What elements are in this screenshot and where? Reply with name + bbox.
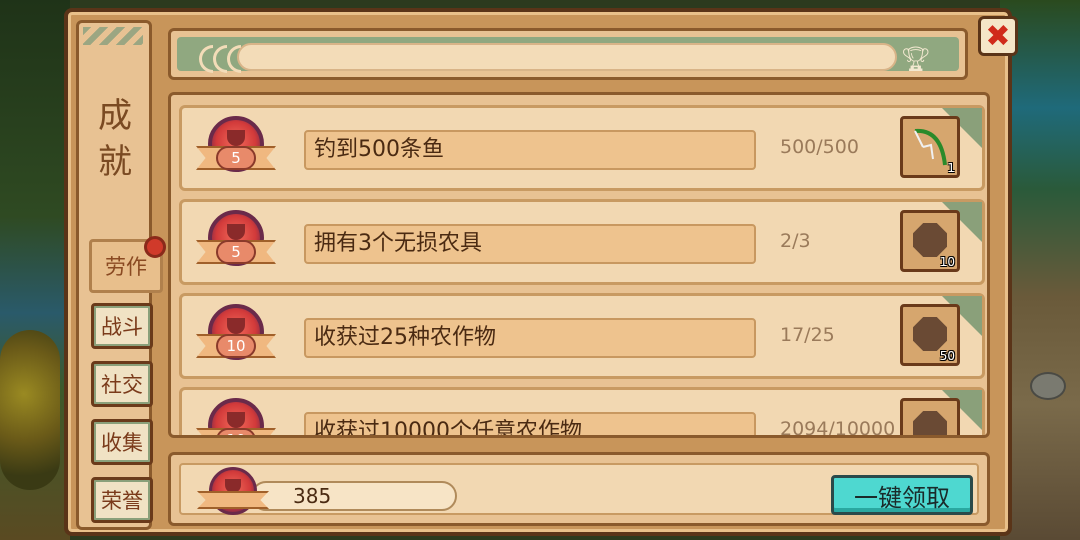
task-description: 收获过10000个任意农作物 [304, 412, 756, 435]
achievement-points: 385 [251, 481, 457, 511]
sidebar: 成 就 劳作 战斗 社交 收集 荣誉 [76, 20, 166, 530]
notification-badge [144, 236, 166, 258]
points-medal-icon [197, 465, 271, 521]
task-description: 收获过25种农作物 [304, 318, 756, 358]
close-icon: ✖ [985, 18, 1011, 54]
tab-labor[interactable]: 劳作 [89, 236, 166, 293]
reward-slot[interactable]: 50 [900, 304, 960, 366]
achievements-window: 成 就 劳作 战斗 社交 收集 荣誉 🏆︎ ✖ 5 钓到500条鱼 500/50… [64, 8, 1018, 536]
medal-points: 10 [216, 334, 256, 358]
achievement-row: 5 钓到500条鱼 500/500 1 [179, 105, 985, 191]
reward-slot[interactable]: 1 [900, 116, 960, 178]
trophy-icon: 🏆︎ [900, 45, 931, 73]
tab-social[interactable]: 社交 [91, 361, 153, 407]
close-button[interactable]: ✖ [978, 16, 1018, 56]
medal-ribbon [197, 491, 269, 509]
medal-points: 5 [216, 240, 256, 264]
fishing-rod-icon [914, 128, 947, 166]
claim-all-button[interactable]: 一键领取 [831, 475, 973, 515]
tab-label: 荣誉 [101, 489, 143, 513]
tab-label: 劳作 [105, 255, 147, 279]
header-inner: 🏆︎ [177, 37, 959, 73]
achievement-medal-icon: 10 [194, 398, 276, 435]
tab-collection[interactable]: 收集 [91, 419, 153, 465]
reward-count: 1 [947, 161, 955, 175]
task-progress: 17/25 [780, 324, 835, 346]
header-arc-decoration [213, 45, 227, 73]
footer-inner: 385 一键领取 [179, 463, 979, 515]
tab-label: 战斗 [101, 315, 143, 339]
header-arc-decoration [199, 45, 213, 73]
task-progress: 2094/10000 [780, 418, 896, 438]
window-title: 成 就 [89, 93, 141, 185]
bush-sprite [0, 330, 60, 490]
ore-icon [913, 411, 947, 435]
reward-slot[interactable] [900, 398, 960, 435]
sidebar-corner-decoration [83, 27, 143, 45]
task-progress: 2/3 [780, 230, 811, 252]
header-title-pill [237, 43, 897, 71]
achievement-medal-icon: 10 [194, 304, 276, 374]
footer-bar: 385 一键领取 [168, 452, 990, 526]
achievement-medal-icon: 5 [194, 116, 276, 186]
achievement-row: 10 收获过10000个任意农作物 2094/10000 [179, 387, 985, 438]
ore-icon [913, 223, 947, 257]
achievement-row: 10 收获过25种农作物 17/25 50 [179, 293, 985, 379]
medal-points: 10 [216, 428, 256, 435]
task-description: 拥有3个无损农具 [304, 224, 756, 264]
rock-sprite [1030, 372, 1066, 400]
ore-icon [913, 317, 947, 351]
tab-honor[interactable]: 荣誉 [91, 477, 153, 523]
reward-count: 50 [939, 349, 955, 363]
tab-label: 社交 [101, 373, 143, 397]
tab-label: 收集 [101, 431, 143, 455]
achievement-row: 5 拥有3个无损农具 2/3 10 [179, 199, 985, 285]
background-scenery-right [1000, 0, 1080, 540]
reward-slot[interactable]: 10 [900, 210, 960, 272]
title-char: 成 [98, 96, 132, 136]
title-char: 就 [98, 142, 132, 182]
task-progress: 500/500 [780, 136, 859, 158]
achievement-medal-icon: 5 [194, 210, 276, 280]
header-bar: 🏆︎ [168, 28, 968, 80]
medal-points: 5 [216, 146, 256, 170]
tab-combat[interactable]: 战斗 [91, 303, 153, 349]
task-description: 钓到500条鱼 [304, 130, 756, 170]
achievement-list[interactable]: 5 钓到500条鱼 500/500 1 5 拥有3个无损农具 2/3 10 10… [168, 92, 990, 438]
reward-count: 10 [939, 255, 955, 269]
